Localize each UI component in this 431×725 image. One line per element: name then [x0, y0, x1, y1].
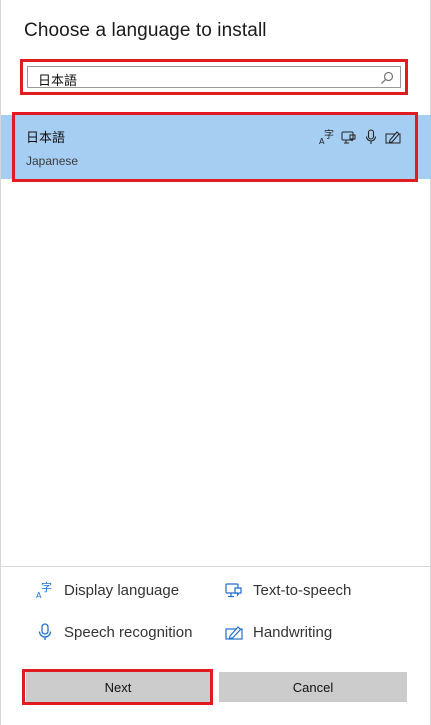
handwriting-icon — [225, 626, 243, 640]
legend-label: Display language — [64, 581, 180, 599]
search-icon[interactable] — [380, 71, 394, 85]
cancel-button[interactable]: Cancel — [219, 672, 407, 702]
legend-handwriting: Handwriting — [225, 623, 332, 641]
speech-recognition-icon — [38, 623, 52, 640]
dialog-title: Choose a language to install — [24, 20, 267, 41]
display-language-icon: A 字 — [36, 581, 52, 599]
legend-label: Text-to-speech — [253, 581, 352, 599]
search-input[interactable] — [38, 70, 358, 88]
language-install-dialog: Choose a language to install 日本語 Japanes… — [0, 0, 431, 725]
legend-text-to-speech: Text-to-speech — [225, 581, 351, 599]
list-item-highlight — [12, 112, 418, 182]
legend-label: Speech recognition — [64, 623, 193, 641]
legend-display-language: A 字 Display language — [36, 581, 179, 599]
legend-speech-recognition: Speech recognition — [36, 623, 192, 641]
svg-text:字: 字 — [41, 581, 52, 594]
text-to-speech-icon — [225, 583, 242, 598]
search-field[interactable] — [27, 66, 401, 88]
legend-label: Handwriting — [253, 623, 333, 641]
next-button-highlight — [22, 669, 213, 705]
divider — [1, 566, 431, 567]
search-highlight — [20, 59, 408, 95]
